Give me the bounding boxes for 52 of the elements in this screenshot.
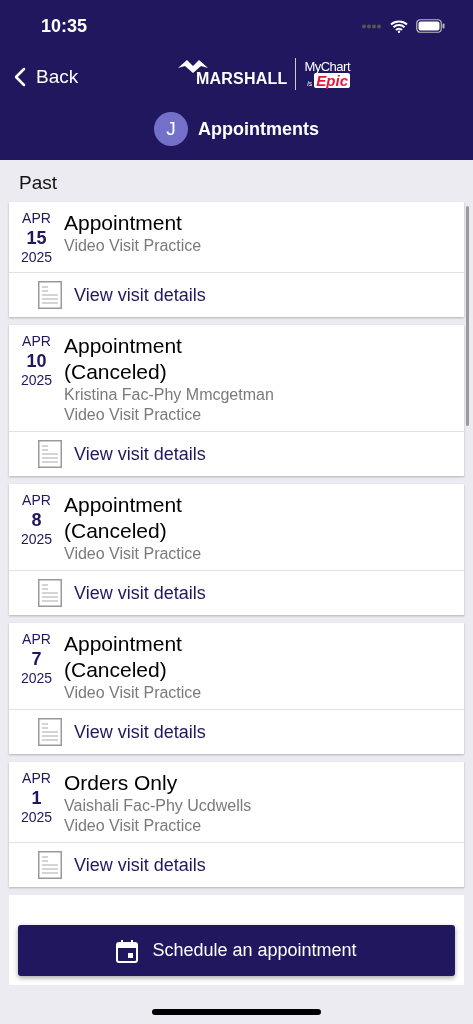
logo-text: Epic (314, 73, 350, 88)
logo-text: MyChart (304, 60, 350, 73)
bird-logo-icon (178, 60, 208, 74)
view-details-link[interactable]: View visit details (9, 273, 464, 317)
appointment-title: Appointment (64, 210, 183, 236)
date-day: 1 (31, 787, 42, 809)
date-day: 10 (26, 350, 47, 372)
date-day: 15 (26, 227, 47, 249)
chevron-left-icon (14, 67, 26, 87)
date-month: APR (22, 631, 51, 648)
status-time: 10:35 (41, 15, 88, 37)
battery-icon (416, 19, 445, 33)
date-month: APR (22, 210, 51, 227)
view-details-link[interactable]: View visit details (9, 432, 464, 476)
date-day: 8 (31, 509, 42, 531)
appointment-detail: Vaishali Fac-Phy Ucdwells (64, 796, 252, 816)
logo-text: MARSHALL (196, 70, 288, 88)
document-icon (38, 851, 62, 879)
wifi-icon (390, 19, 408, 33)
appointment-detail: Video Visit Practice (64, 816, 203, 836)
appointment-detail: Video Visit Practice (64, 544, 203, 564)
section-heading: Past (18, 171, 59, 195)
view-details-link[interactable]: View visit details (9, 710, 464, 754)
back-button[interactable]: Back (0, 65, 85, 89)
appointment-title: Appointment (Canceled) (64, 333, 183, 385)
cellular-signal-icon (362, 23, 382, 29)
view-details-link[interactable]: View visit details (9, 843, 464, 887)
document-icon (38, 281, 62, 309)
document-icon (38, 718, 62, 746)
date-year: 2025 (20, 531, 53, 548)
appointment-title: Orders Only (64, 770, 179, 796)
document-icon (38, 579, 62, 607)
avatar: J (154, 112, 188, 146)
calendar-icon (116, 938, 139, 963)
appointment-title: Appointment (Canceled) (64, 492, 183, 544)
date-day: 7 (31, 648, 42, 670)
appointment-title: Appointment (Canceled) (64, 631, 183, 683)
schedule-button[interactable]: Schedule an appointment (18, 925, 455, 976)
date-year: 2025 (20, 809, 53, 826)
date-year: 2025 (20, 372, 53, 389)
appointment-detail: Video Visit Practice (64, 683, 203, 703)
date-month: APR (22, 492, 51, 509)
appointment-detail: Video Visit Practice (64, 236, 202, 256)
view-details-link[interactable]: View visit details (9, 571, 464, 615)
document-icon (38, 440, 62, 468)
appointment-detail: Kristina Fac-Phy Mmcgetman (64, 385, 274, 405)
date-year: 2025 (20, 670, 53, 687)
date-month: APR (22, 333, 51, 350)
appointment-detail: Video Visit Practice (64, 405, 203, 425)
date-year: 2025 (20, 249, 53, 266)
date-month: APR (22, 770, 51, 787)
page-title: Appointments (198, 118, 319, 140)
